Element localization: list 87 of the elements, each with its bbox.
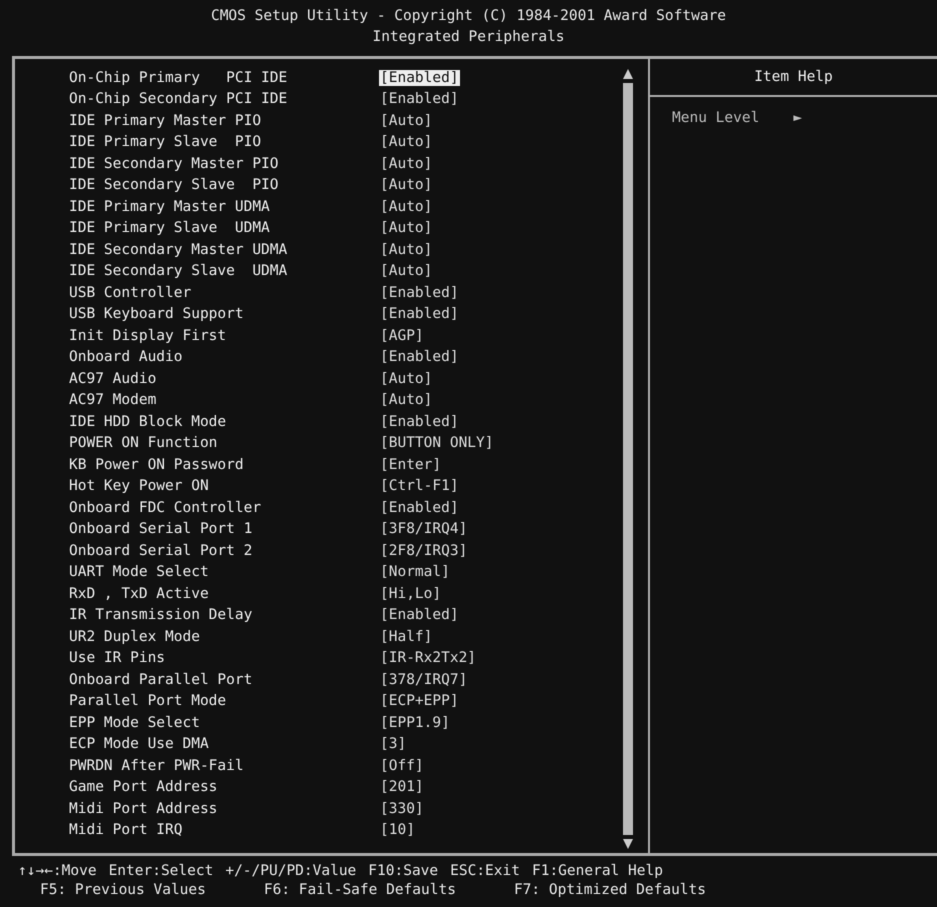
setting-label: Hot Key Power ON: [69, 478, 210, 494]
setting-label: KB Power ON Password: [69, 456, 245, 473]
setting-label: IDE Secondary Master UDMA: [69, 242, 288, 258]
page-subtitle: Integrated Peripherals: [372, 28, 565, 47]
key-hint: F1:General Help: [532, 862, 663, 881]
setting-label: On-Chip Primary PCI IDE: [69, 70, 288, 86]
setting-value[interactable]: [Enabled]: [379, 414, 460, 430]
key-hint: F5: Previous Values: [40, 881, 206, 900]
key-hint: F10:Save: [368, 862, 438, 881]
setting-label: IDE Secondary Slave UDMA: [69, 263, 288, 280]
setting-label: AC97 Modem: [69, 392, 158, 408]
setting-value[interactable]: [Enabled]: [379, 349, 460, 366]
setting-label: Onboard Audio: [69, 349, 184, 366]
window-title: CMOS Setup Utility - Copyright (C) 1984-2001 Award Software: [210, 7, 726, 26]
setting-value[interactable]: [Auto]: [379, 220, 434, 236]
setting-label: UR2 Duplex Mode: [69, 628, 201, 645]
setting-label: RxD , TxD Active: [69, 586, 210, 602]
setting-value[interactable]: [Auto]: [379, 370, 434, 387]
setting-value[interactable]: [ECP+EPP]: [379, 693, 460, 710]
setting-label: Midi Port IRQ: [69, 822, 184, 838]
key-hint: ESC:Exit: [450, 862, 520, 881]
setting-value[interactable]: [Enabled]: [379, 284, 460, 301]
setting-value[interactable]: [330]: [379, 800, 425, 817]
setting-value[interactable]: [Enabled]: [379, 70, 460, 86]
setting-value[interactable]: [Enabled]: [379, 91, 460, 108]
setting-value[interactable]: [Auto]: [379, 156, 434, 172]
setting-label: IDE Secondary Master PIO: [69, 156, 280, 172]
setting-label: IDE HDD Block Mode: [69, 414, 228, 430]
setting-label: IDE Primary Master PIO: [69, 112, 262, 129]
setting-label: ECP Mode Use DMA: [69, 736, 210, 752]
setting-label: IDE Secondary Slave PIO: [69, 177, 280, 194]
setting-label: USB Controller: [69, 284, 192, 301]
key-hint: Enter:Select: [108, 862, 214, 881]
setting-value[interactable]: [BUTTON ONLY]: [379, 435, 494, 452]
setting-value[interactable]: [Normal]: [379, 564, 451, 580]
setting-value[interactable]: [3F8/IRQ4]: [379, 521, 468, 538]
setting-value[interactable]: [Enabled]: [379, 306, 460, 322]
setting-label: USB Keyboard Support: [69, 306, 245, 322]
setting-label: Use IR Pins: [69, 650, 166, 666]
setting-label: Midi Port Address: [69, 800, 218, 817]
setting-value[interactable]: [201]: [379, 779, 425, 796]
setting-value[interactable]: [IR-Rx2Tx2]: [379, 650, 478, 666]
setting-label: IDE Primary Slave PIO: [69, 134, 262, 150]
key-hint: F6: Fail-Safe Defaults: [264, 881, 456, 900]
setting-label: Onboard Serial Port 2: [69, 542, 254, 559]
setting-label: Init Display First: [69, 328, 228, 344]
menu-level-label: Menu Level: [672, 110, 760, 126]
setting-value[interactable]: [Enabled]: [379, 500, 460, 516]
setting-value[interactable]: [Enabled]: [379, 607, 460, 624]
setting-label: On-Chip Secondary PCI IDE: [69, 91, 288, 108]
menu-level-marker: ►: [793, 110, 802, 126]
setting-label: Game Port Address: [69, 779, 218, 796]
scrollbar[interactable]: [622, 69, 634, 849]
setting-label: IDE Primary Master UDMA: [69, 198, 271, 215]
setting-label: POWER ON Function: [69, 435, 218, 452]
key-hint: F7: Optimized Defaults: [514, 881, 706, 900]
setting-value[interactable]: [Half]: [379, 628, 434, 645]
setting-value[interactable]: [378/IRQ7]: [379, 672, 468, 688]
setting-value[interactable]: [AGP]: [379, 328, 425, 344]
setting-label: EPP Mode Select: [69, 714, 201, 731]
setting-label: Onboard FDC Controller: [69, 500, 262, 516]
setting-value[interactable]: [Ctrl-F1]: [379, 478, 460, 494]
setting-value[interactable]: [Enter]: [379, 456, 442, 473]
setting-value[interactable]: [2F8/IRQ3]: [379, 542, 468, 559]
key-hint: +/-/PU/PD:Value: [225, 862, 356, 881]
setting-value[interactable]: [Off]: [379, 758, 425, 774]
setting-label: Onboard Serial Port 1: [69, 521, 254, 538]
setting-label: IR Transmission Delay: [69, 607, 254, 624]
item-help-title: Item Help: [650, 59, 937, 97]
setting-value[interactable]: [EPP1.9]: [379, 714, 451, 731]
setting-value[interactable]: [10]: [379, 822, 416, 838]
setting-label: Parallel Port Mode: [69, 693, 228, 710]
setting-value[interactable]: [3]: [379, 736, 408, 752]
setting-value[interactable]: [Auto]: [379, 392, 434, 408]
setting-value[interactable]: [Auto]: [379, 112, 434, 129]
setting-label: PWRDN After PWR-Fail: [69, 758, 245, 774]
setting-label: Onboard Parallel Port: [69, 672, 254, 688]
setting-value[interactable]: [Auto]: [379, 134, 434, 150]
key-hint: ↑↓→←:Move: [18, 862, 97, 881]
setting-label: AC97 Audio: [69, 370, 158, 387]
setting-value[interactable]: [Auto]: [379, 198, 434, 215]
setting-value[interactable]: [Auto]: [379, 242, 434, 258]
setting-value[interactable]: [Auto]: [379, 263, 434, 280]
setting-label: UART Mode Select: [69, 564, 210, 580]
setting-value[interactable]: [Auto]: [379, 177, 434, 194]
setting-value[interactable]: [Hi,Lo]: [379, 586, 442, 602]
setting-label: IDE Primary Slave UDMA: [69, 220, 271, 236]
